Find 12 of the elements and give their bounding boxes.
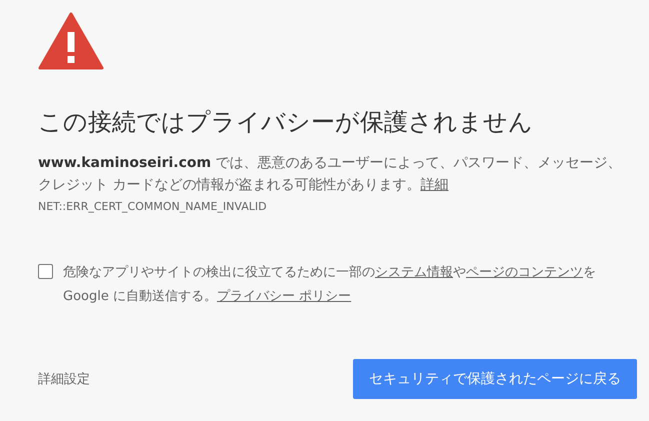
report-option-label: 危険なアプリやサイトの検出に役立てるために一部のシステム情報やページのコンテンツ を Google に自動送信する。プライバシー ポリシー [63, 264, 597, 306]
page-heading: この接続ではプライバシーが保護されません [38, 108, 534, 137]
warning-icon [38, 12, 104, 70]
advanced-button[interactable]: 詳細設定 [38, 370, 90, 388]
warning-message: www.kaminoseiri.com では、悪意のあるユーザーによって、パスワード、メッセージ、クレジット カードなどの情報が盗まれる可能性があります。詳細 [38, 154, 623, 195]
error-code: NET::ERR_CERT_COMMON_NAME_INVALID [38, 200, 268, 213]
checkbox[interactable] [38, 264, 53, 279]
details-link[interactable]: 詳細 [420, 176, 448, 193]
option-link[interactable]: システム情報 [375, 264, 453, 280]
option-link[interactable]: ページのコンテンツ [466, 264, 583, 280]
back-to-safety-button[interactable]: セキュリティで保護されたページに戻る [353, 358, 637, 399]
option-link[interactable]: プライバシー ポリシー [216, 288, 352, 304]
